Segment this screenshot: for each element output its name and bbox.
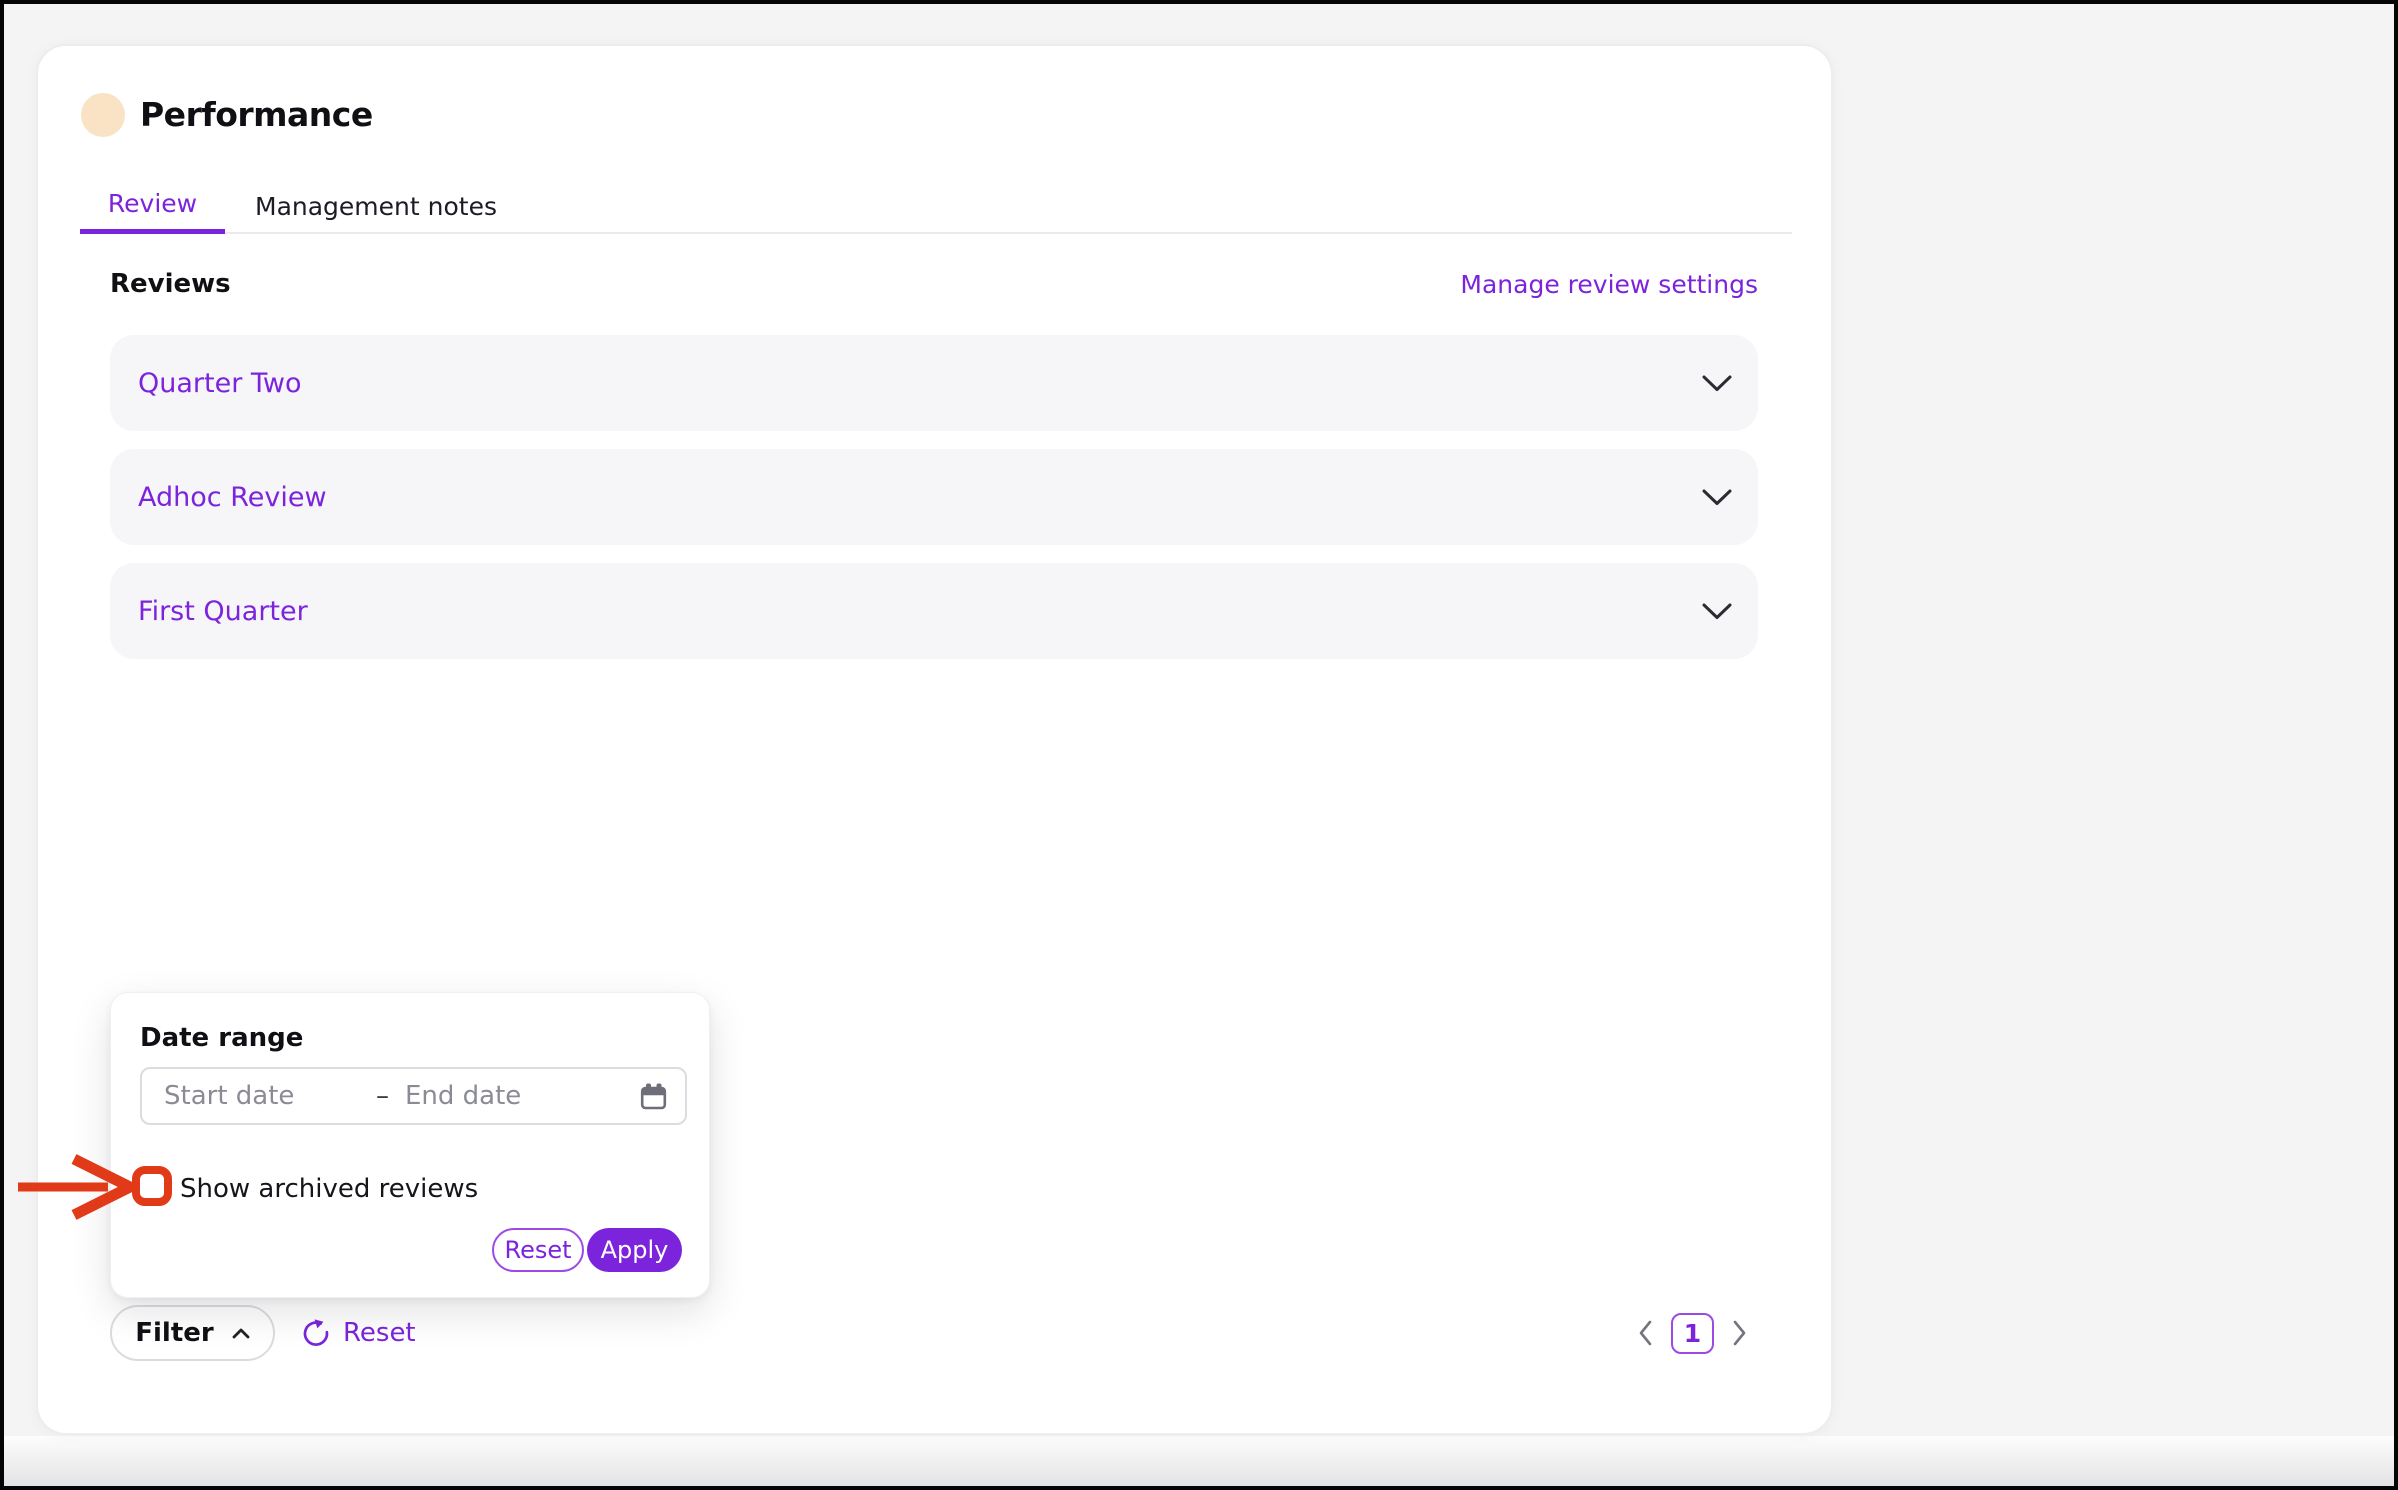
- manage-review-settings-link[interactable]: Manage review settings: [1460, 270, 1758, 299]
- chevron-right-icon: [1732, 1320, 1747, 1346]
- date-range-heading: Date range: [140, 1019, 303, 1057]
- filter-button[interactable]: Filter: [110, 1305, 275, 1361]
- popup-apply-button[interactable]: Apply: [587, 1228, 682, 1272]
- prev-page-button[interactable]: [1634, 1316, 1657, 1350]
- chevron-up-icon: [232, 1328, 250, 1339]
- tab-review[interactable]: Review: [80, 178, 225, 234]
- date-range-field: –: [140, 1067, 687, 1125]
- page-title: Performance: [140, 90, 373, 140]
- popup-reset-button[interactable]: Reset: [492, 1228, 584, 1272]
- refresh-icon: [302, 1319, 330, 1347]
- tab-bar: Review Management notes: [80, 178, 1792, 234]
- end-date-input[interactable]: [405, 1081, 640, 1111]
- next-page-button[interactable]: [1728, 1316, 1751, 1350]
- pagination: 1: [1634, 1305, 1751, 1361]
- tab-management-notes-label: Management notes: [255, 192, 497, 221]
- review-title: Quarter Two: [138, 368, 302, 399]
- show-archived-label: Show archived reviews: [180, 1170, 478, 1208]
- review-title: Adhoc Review: [138, 482, 327, 513]
- reset-filters-button[interactable]: Reset: [302, 1305, 416, 1361]
- page-bottom-fade: [4, 1436, 2394, 1486]
- review-card[interactable]: Quarter Two: [110, 335, 1758, 431]
- section-heading: Reviews: [110, 269, 231, 299]
- annotation-arrow: [14, 1152, 140, 1222]
- annotation-highlight-ring: [132, 1166, 172, 1206]
- calendar-icon[interactable]: [640, 1083, 667, 1110]
- review-card[interactable]: First Quarter: [110, 563, 1758, 659]
- chevron-down-icon: [1702, 489, 1732, 506]
- review-card[interactable]: Adhoc Review: [110, 449, 1758, 545]
- tab-management-notes[interactable]: Management notes: [225, 178, 527, 234]
- performance-panel: Performance Review Management notes Revi…: [36, 44, 1833, 1435]
- chevron-down-icon: [1702, 375, 1732, 392]
- review-list: Quarter Two Adhoc Review First Quarter: [110, 335, 1758, 677]
- reviews-section-head: Reviews Manage review settings: [110, 260, 1758, 308]
- tab-review-label: Review: [108, 189, 197, 218]
- chevron-left-icon: [1638, 1320, 1653, 1346]
- review-title: First Quarter: [138, 596, 308, 627]
- filter-popup: Date range – Show archived reviews Reset…: [110, 992, 710, 1298]
- avatar: [81, 93, 125, 137]
- date-separator: –: [376, 1081, 389, 1111]
- chevron-down-icon: [1702, 603, 1732, 620]
- start-date-input[interactable]: [164, 1081, 376, 1111]
- current-page-button[interactable]: 1: [1671, 1313, 1714, 1354]
- screenshot-frame: Performance Review Management notes Revi…: [0, 0, 2398, 1490]
- show-archived-checkbox-row[interactable]: Show archived reviews: [140, 1170, 478, 1208]
- reset-filters-label: Reset: [343, 1318, 416, 1348]
- filter-button-label: Filter: [135, 1318, 213, 1348]
